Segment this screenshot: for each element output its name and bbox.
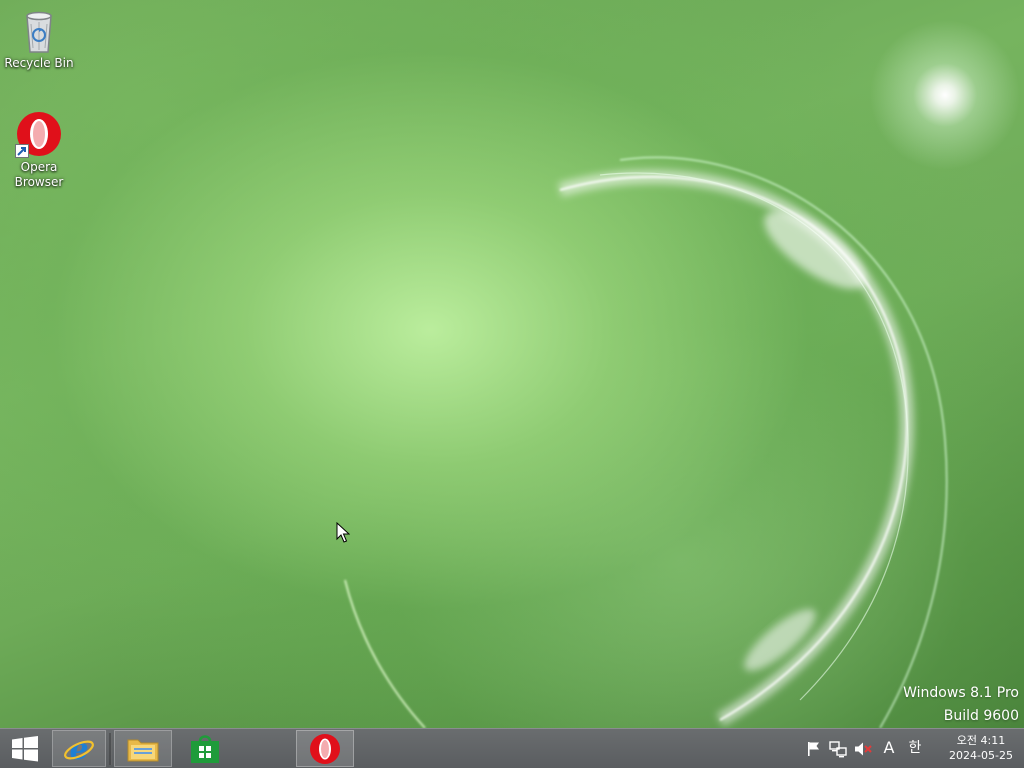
ime-mode-indicator[interactable]: A xyxy=(880,738,898,757)
opera-desktop-shortcut[interactable]: Opera Browser xyxy=(2,110,76,190)
clock-date: 2024-05-25 xyxy=(949,749,1013,762)
windows-logo-icon xyxy=(12,735,38,761)
recycle-bin-desktop-icon[interactable]: Recycle Bin xyxy=(2,6,76,71)
shortcut-arrow-icon xyxy=(15,144,29,158)
internet-explorer-taskbar-button[interactable]: e xyxy=(52,730,106,767)
taskbar-separator xyxy=(109,733,112,765)
opera-label-line2: Browser xyxy=(14,175,64,189)
windows-watermark: Windows 8.1 Pro Build 9600 xyxy=(903,682,1019,728)
volume-muted-icon[interactable] xyxy=(854,740,872,758)
windows-edition: Windows 8.1 Pro xyxy=(903,685,1019,701)
taskbar: e A 한 오전 4:11 2024-05-25 xyxy=(0,728,1024,768)
network-icon[interactable] xyxy=(829,740,847,758)
file-explorer-taskbar-button[interactable] xyxy=(114,730,172,767)
windows-build: Build 9600 xyxy=(943,708,1019,724)
internet-explorer-icon: e xyxy=(64,733,94,765)
start-button[interactable] xyxy=(0,730,50,767)
folder-icon xyxy=(127,739,159,761)
ime-language-indicator[interactable]: 한 xyxy=(906,738,924,756)
flag-icon[interactable] xyxy=(805,740,823,758)
opera-icon xyxy=(15,110,63,158)
wallpaper-swirl xyxy=(344,156,948,729)
recycle-bin-icon xyxy=(15,6,63,54)
recycle-bin-label: Recycle Bin xyxy=(4,56,74,70)
store-taskbar-button[interactable] xyxy=(176,730,234,767)
opera-taskbar-button[interactable] xyxy=(296,730,354,767)
svg-text:e: e xyxy=(69,733,88,765)
clock-time: 오전 4:11 xyxy=(956,734,1006,747)
opera-label-line1: Opera xyxy=(20,160,58,174)
taskbar-clock[interactable]: 오전 4:11 2024-05-25 xyxy=(938,729,1024,768)
opera-icon xyxy=(310,733,340,764)
store-icon xyxy=(191,734,219,763)
desktop[interactable]: Recycle Bin Opera Browser Windows 8.1 Pr… xyxy=(0,0,1024,768)
mouse-cursor-icon xyxy=(336,522,350,543)
system-tray: A 한 오전 4:11 2024-05-25 xyxy=(802,729,1024,768)
